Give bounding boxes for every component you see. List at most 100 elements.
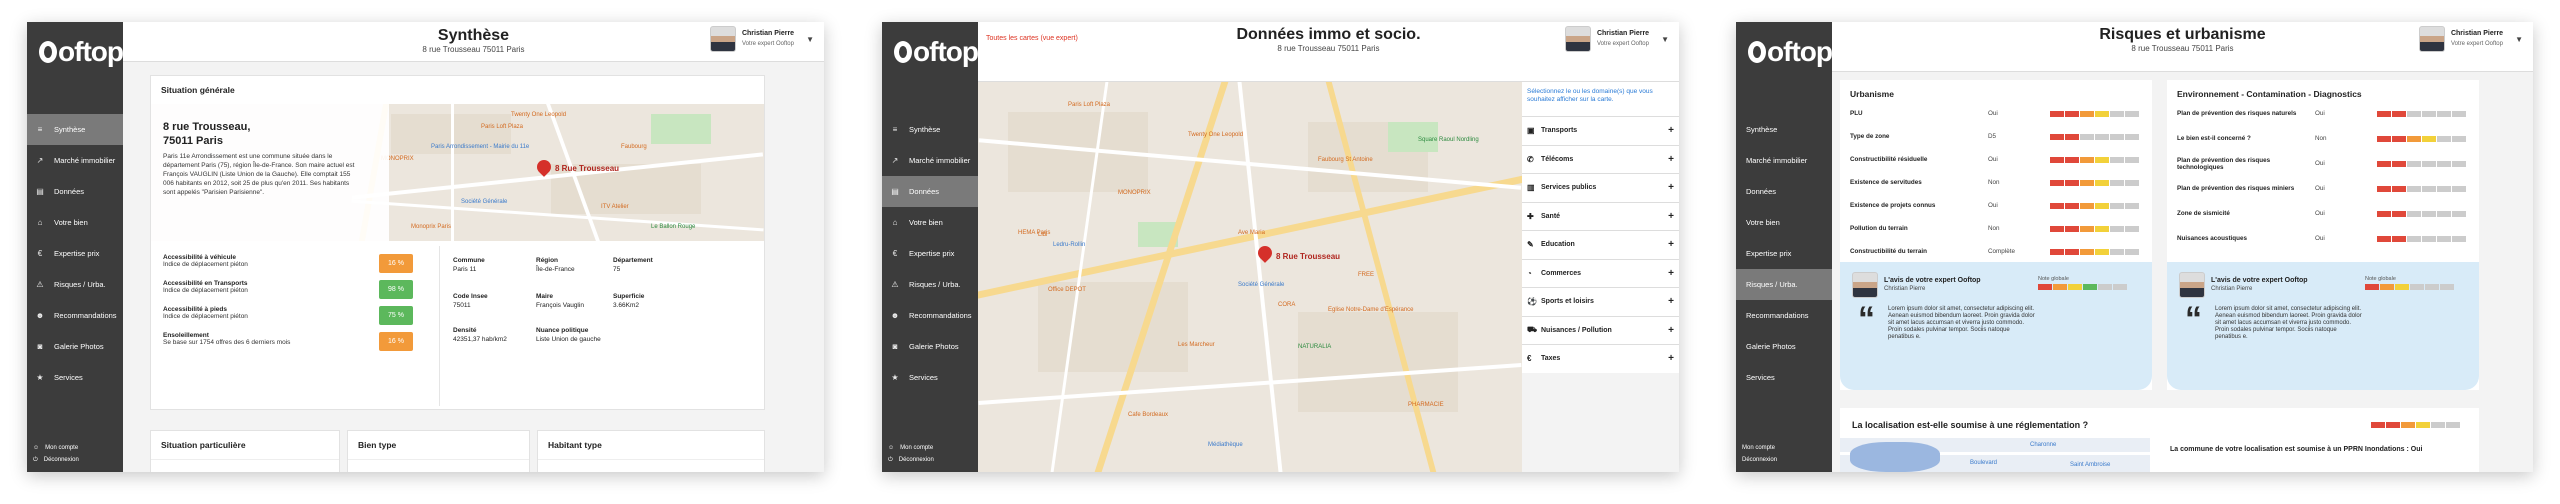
- map-poi: Monoprix Paris: [411, 224, 452, 230]
- account-link[interactable]: ☺ Mon compte: [888, 442, 934, 454]
- risk-gauge: [2050, 248, 2140, 255]
- plus-icon[interactable]: +: [1668, 182, 1674, 193]
- score-badge: 98 %: [379, 280, 413, 299]
- risk-label: Existence de projets connus: [1850, 202, 1936, 209]
- map-poi: FREE: [1358, 272, 1375, 278]
- list-icon: ≡: [37, 125, 43, 134]
- map-poi: Charonne: [2030, 442, 2057, 448]
- plus-icon[interactable]: +: [1668, 154, 1674, 165]
- sidebar-item-recommandations[interactable]: ☻ Recommandations: [882, 300, 978, 331]
- sidebar-item-synthese[interactable]: Synthèse: [1736, 114, 1832, 145]
- sidebar-item-services[interactable]: ★ Services: [882, 362, 978, 393]
- sidebar-item-recommandations[interactable]: Recommandations: [1736, 300, 1832, 331]
- logout-link[interactable]: ⏻ Déconnexion: [888, 454, 934, 466]
- risk-row: Constructibilité du terrain Complète: [1840, 244, 2152, 259]
- sidebar-item-marche[interactable]: ↗ Marché immobilier: [27, 145, 123, 176]
- plus-icon[interactable]: +: [1668, 211, 1674, 222]
- mini-map[interactable]: Charonne Boulevard Saint Ambroise: [1840, 438, 2150, 472]
- plus-icon[interactable]: +: [1668, 296, 1674, 307]
- sidebar-item-marche[interactable]: Marché immobilier: [1736, 145, 1832, 176]
- sidebar-item-services[interactable]: ★ Services: [27, 362, 123, 393]
- user-menu[interactable]: Christian Pierre Votre expert Ooftop ▼: [709, 26, 814, 52]
- domain-education[interactable]: ✎ Education +: [1522, 230, 1679, 259]
- note-gauge: [2365, 284, 2455, 290]
- sidebar-nav: ≡ Synthèse ↗ Marché immobilier ▤ Données ⌂ V…: [27, 114, 123, 393]
- map[interactable]: 8 Rue Trousseau MONOPRIX Twenty One Leop…: [151, 104, 764, 241]
- accessibility-row: Accessibilité à véhicule Indice de déplac…: [163, 254, 413, 273]
- sidebar-item-donnees[interactable]: ▤ Données: [882, 176, 978, 207]
- domain-telecoms[interactable]: ✆ Télécoms +: [1522, 144, 1679, 174]
- sidebar-item-expertise[interactable]: € Expertise prix: [882, 238, 978, 269]
- map-poi: Ave Maria: [1238, 230, 1265, 236]
- domain-nuisances[interactable]: ⛟ Nuisances / Pollution +: [1522, 315, 1679, 345]
- plus-icon[interactable]: +: [1668, 268, 1674, 279]
- sidebar-item-galerie[interactable]: ◙ Galerie Photos: [882, 331, 978, 362]
- euro-icon: €: [1527, 354, 1532, 364]
- logout-link[interactable]: ⏻ Déconnexion: [33, 454, 79, 466]
- sidebar-item-synthese[interactable]: ≡ Synthèse: [882, 114, 978, 145]
- card-title: Environnement - Contamination - Diagnost…: [2177, 89, 2362, 99]
- logo[interactable]: oftop: [882, 22, 979, 82]
- domain-commerces[interactable]: ◔ Commerces +: [1522, 258, 1679, 288]
- chevron-down-icon[interactable]: ▼: [1661, 35, 1669, 44]
- list-icon: ≡: [892, 125, 898, 134]
- map[interactable]: 8 Rue Trousseau Twenty One Leopold Faubo…: [978, 82, 1522, 472]
- sidebar-item-recommandations[interactable]: ☻ Recommandations: [27, 300, 123, 331]
- plus-icon[interactable]: +: [1668, 125, 1674, 136]
- expert-title: L'avis de votre expert Ooftop Christian P…: [2211, 277, 2308, 292]
- sidebar-item-marche[interactable]: ↗ Marché immobilier: [882, 145, 978, 176]
- map-poi: Médiathèque: [1208, 442, 1243, 448]
- risk-label: Pollution du terrain: [1850, 225, 1908, 232]
- sidebar-item-synthese[interactable]: ≡ Synthèse: [27, 114, 123, 145]
- sidebar-item-galerie[interactable]: ◙ Galerie Photos: [27, 331, 123, 362]
- avatar: [2179, 272, 2205, 298]
- sidebar-item-expertise[interactable]: € Expertise prix: [27, 238, 123, 269]
- sidebar-item-services[interactable]: Services: [1736, 362, 1832, 393]
- chevron-down-icon[interactable]: ▼: [806, 35, 814, 44]
- domain-sante[interactable]: ✚ Santé +: [1522, 201, 1679, 231]
- sidebar-item-expertise[interactable]: Expertise prix: [1736, 238, 1832, 269]
- domain-taxes[interactable]: € Taxes +: [1522, 344, 1679, 373]
- map-poi: Les Marcheur: [1178, 342, 1215, 348]
- sidebar-item-donnees[interactable]: ▤ Données: [27, 176, 123, 207]
- environnement-card: Environnement - Contamination - Diagnost…: [2167, 80, 2479, 390]
- logo[interactable]: oftop: [27, 22, 124, 82]
- sidebar-nav: Synthèse Marché immobilier Données Votre…: [1736, 114, 1832, 393]
- screen-synthese: oftop ≡ Synthèse ↗ Marché immobilier ▤ Donn…: [27, 22, 824, 472]
- sidebar-item-risques[interactable]: Risques / Urba.: [1736, 269, 1832, 300]
- risk-label: Plan de prévention des risques technolog…: [2177, 156, 2271, 171]
- screen-donnees: oftop ≡ Synthèse ↗ Marché immobilier ▤ Donn…: [882, 22, 1679, 472]
- header: Risques et urbanisme 8 rue Trousseau 750…: [1832, 22, 2533, 72]
- plus-icon[interactable]: +: [1668, 239, 1674, 250]
- map-poi: Le Ballon Rouge: [651, 224, 696, 230]
- user-icon: ☺: [33, 445, 40, 451]
- sidebar-item-votre-bien[interactable]: Votre bien: [1736, 207, 1832, 238]
- sidebar-item-galerie[interactable]: Galerie Photos: [1736, 331, 1832, 362]
- risk-gauge: [2377, 110, 2467, 117]
- chevron-down-icon[interactable]: ▼: [2515, 35, 2523, 44]
- sidebar-item-votre-bien[interactable]: ⌂ Votre bien: [882, 207, 978, 238]
- sidebar-item-risques[interactable]: ⚠ Risques / Urba.: [27, 269, 123, 300]
- plus-icon[interactable]: +: [1668, 353, 1674, 364]
- user-menu[interactable]: Christian Pierre Votre expert Ooftop ▼: [1564, 26, 1669, 52]
- map-poi: NATURALIA: [1298, 344, 1332, 350]
- sidebar-item-votre-bien[interactable]: ⌂ Votre bien: [27, 207, 123, 238]
- risk-value: Complète: [1988, 248, 2015, 255]
- camera-icon: ◙: [892, 342, 898, 351]
- account-link[interactable]: ☺ Mon compte: [33, 442, 79, 454]
- plus-icon[interactable]: +: [1668, 325, 1674, 336]
- expert-text: Lorem ipsum dolor sit amet, consectetur …: [2215, 306, 2362, 340]
- domain-transports[interactable]: ▣ Transports +: [1522, 116, 1679, 145]
- logout-icon: ⏻: [888, 457, 893, 463]
- sidebar-item-donnees[interactable]: Données: [1736, 176, 1832, 207]
- domain-services-publics[interactable]: ▥ Services publics +: [1522, 173, 1679, 202]
- fact-region: Région Île-de-France: [536, 257, 575, 273]
- user-menu[interactable]: Christian Pierre Votre expert Ooftop ▼: [2418, 26, 2523, 52]
- logout-link[interactable]: Déconnexion: [1742, 454, 1777, 466]
- sidebar-item-risques[interactable]: ⚠ Risques / Urba.: [882, 269, 978, 300]
- account-link[interactable]: Mon compte: [1742, 442, 1777, 454]
- all-maps-link[interactable]: Toutes les cartes (vue expert): [986, 35, 1078, 42]
- domain-sports[interactable]: ⚽ Sports et loisirs +: [1522, 287, 1679, 316]
- risk-label: Existence de servitudes: [1850, 179, 1922, 186]
- logo[interactable]: oftop: [1736, 22, 1833, 82]
